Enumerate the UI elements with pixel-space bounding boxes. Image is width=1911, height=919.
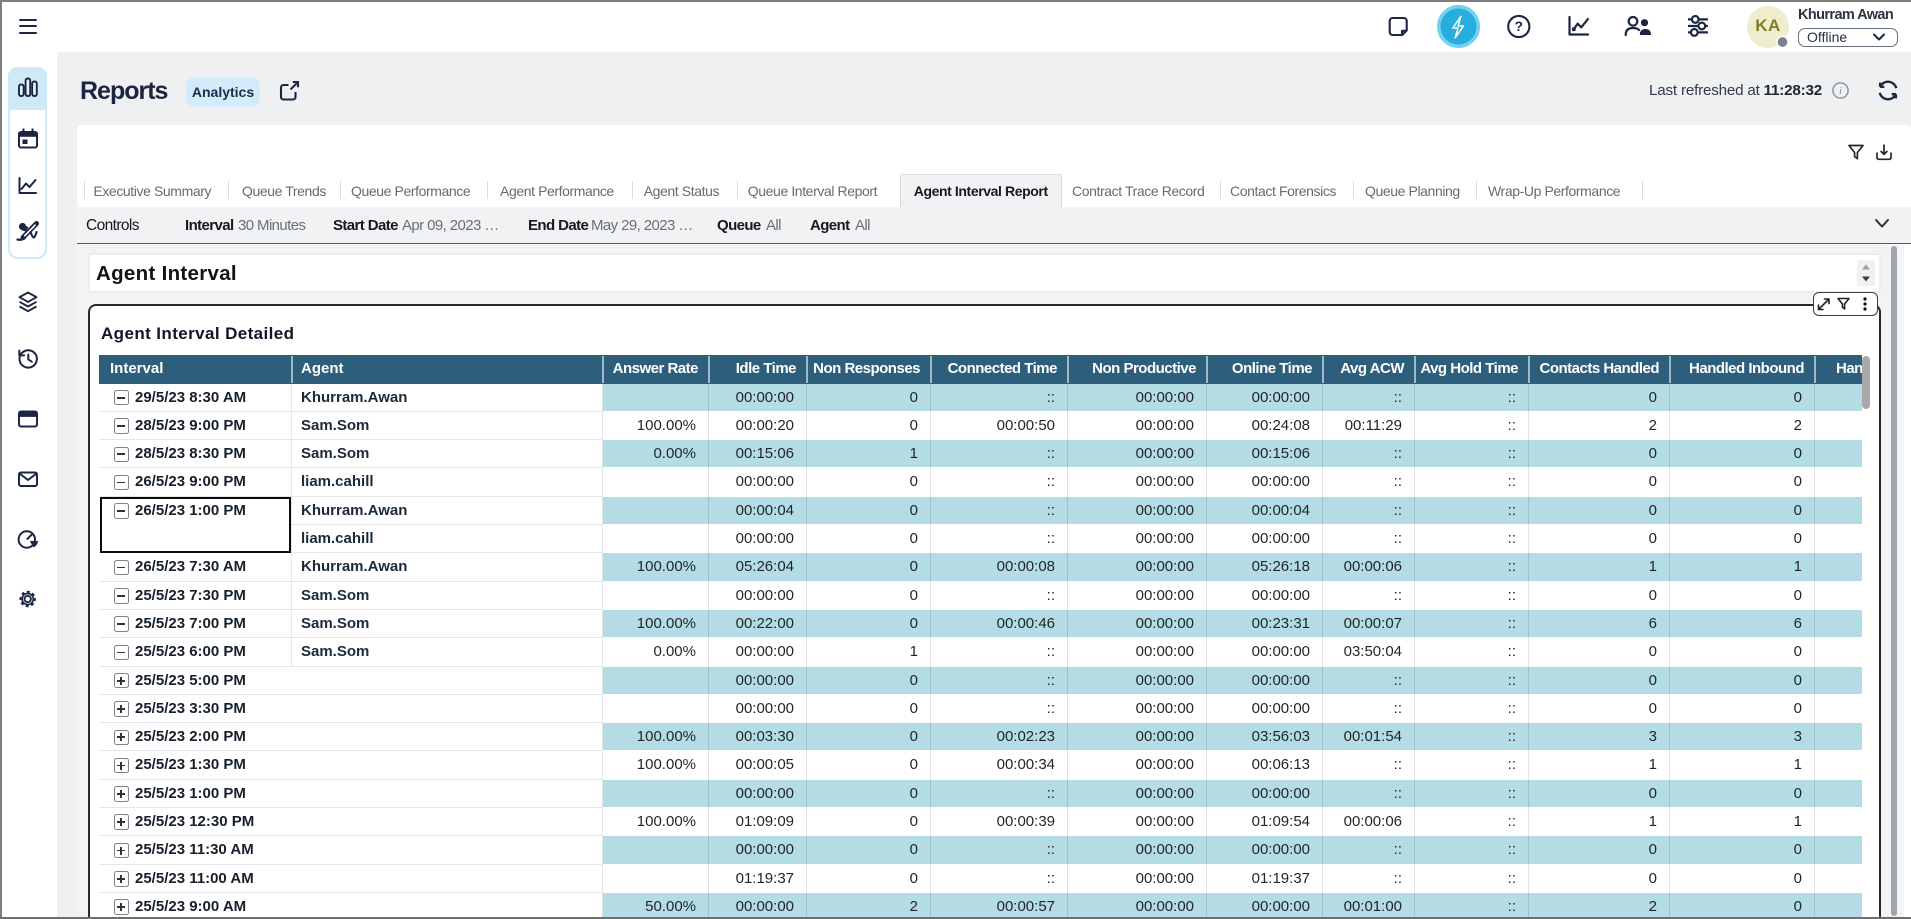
svg-text:i: i bbox=[1839, 85, 1842, 97]
svg-text:?: ? bbox=[1515, 19, 1523, 34]
